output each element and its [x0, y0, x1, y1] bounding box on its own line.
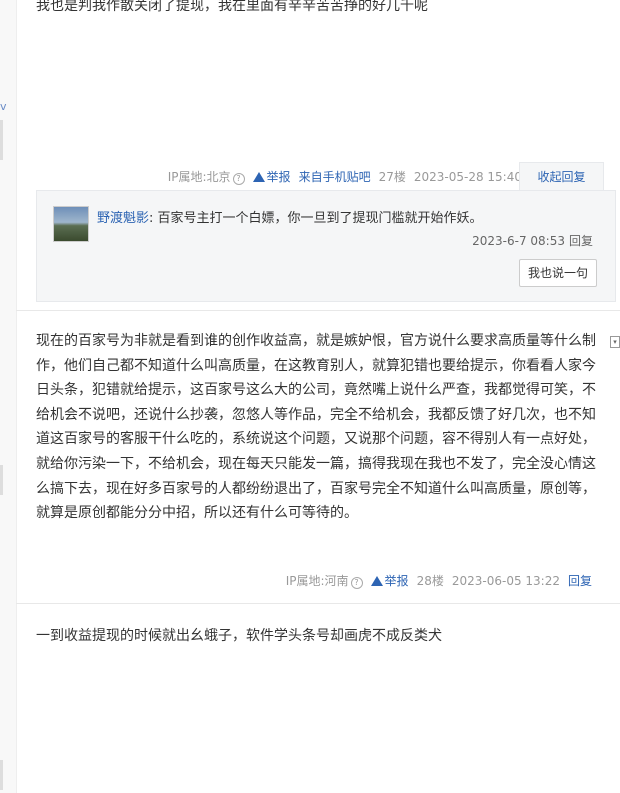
say-something-button[interactable]: 我也说一句	[519, 259, 597, 287]
reply-time: 2023-6-7 08:53	[472, 234, 565, 248]
post-floor-27: 我也是判我作散关闭了提现，我在里面有辛辛苦苦挣的好几千呢 IP属地:北京? 举报…	[16, 0, 620, 311]
help-icon[interactable]: ?	[350, 577, 363, 589]
post-meta: IP属地:北京? 举报 来自手机贴吧 27楼 2023-05-28 15:40	[168, 168, 522, 185]
left-strip-mark	[0, 120, 3, 160]
post-content: 我也是判我作散关闭了提现，我在里面有辛辛苦苦挣的好几千呢	[36, 0, 428, 14]
reply-username[interactable]: 野渡魁影	[97, 211, 149, 226]
post-time: 2023-06-05 13:22	[451, 573, 560, 588]
warning-icon	[252, 171, 265, 182]
reply-link[interactable]: 回复	[569, 234, 593, 248]
help-icon[interactable]: ?	[232, 173, 245, 185]
collapse-icon[interactable]: ▾	[610, 336, 620, 348]
sub-reply-meta: 2023-6-7 08:53 回复	[472, 232, 593, 249]
post-time: 2023-05-28 15:40	[413, 169, 522, 184]
left-strip-mark	[0, 465, 3, 495]
post-content: 一到收益提现的时候就出幺蛾子，软件学头条号却画虎不成反类犬	[36, 628, 442, 644]
warning-icon	[370, 575, 383, 586]
ip-location: IP属地:北京?	[168, 168, 245, 185]
sub-reply: 野渡魁影: 百家号主打一个白嫖，你一旦到了提现门槛就开始作妖。	[97, 207, 483, 226]
report-link[interactable]: 举报	[370, 572, 409, 589]
reply-link[interactable]: 回复	[568, 572, 592, 589]
floor-number: 27楼	[378, 170, 406, 184]
post-content: 现在的百家号为非就是看到谁的创作收益高，就是嫉妒恨，官方说什么要求高质量等什么制…	[36, 333, 596, 522]
floor-number: 28楼	[416, 574, 444, 588]
source-link[interactable]: 来自手机贴吧	[299, 168, 371, 185]
post-floor-28: 现在的百家号为非就是看到谁的创作收益高，就是嫉妒恨，官方说什么要求高质量等什么制…	[16, 311, 620, 604]
left-strip: v	[0, 0, 17, 793]
left-strip-label[interactable]: v	[0, 100, 7, 113]
post-meta: IP属地:河南? 举报 28楼 2023-06-05 13:22 回复	[286, 572, 592, 589]
avatar-icon[interactable]	[53, 206, 89, 242]
reply-text: 百家号主打一个白嫖，你一旦到了提现门槛就开始作妖。	[153, 211, 483, 226]
report-link[interactable]: 举报	[252, 168, 291, 185]
reply-box: 野渡魁影: 百家号主打一个白嫖，你一旦到了提现门槛就开始作妖。 2023-6-7…	[36, 190, 616, 302]
left-strip-mark	[0, 760, 3, 790]
fold-reply-button[interactable]: 收起回复	[519, 162, 604, 191]
ip-location: IP属地:河南?	[286, 572, 363, 589]
post-floor-29: 一到收益提现的时候就出幺蛾子，软件学头条号却画虎不成反类犬	[16, 604, 620, 793]
